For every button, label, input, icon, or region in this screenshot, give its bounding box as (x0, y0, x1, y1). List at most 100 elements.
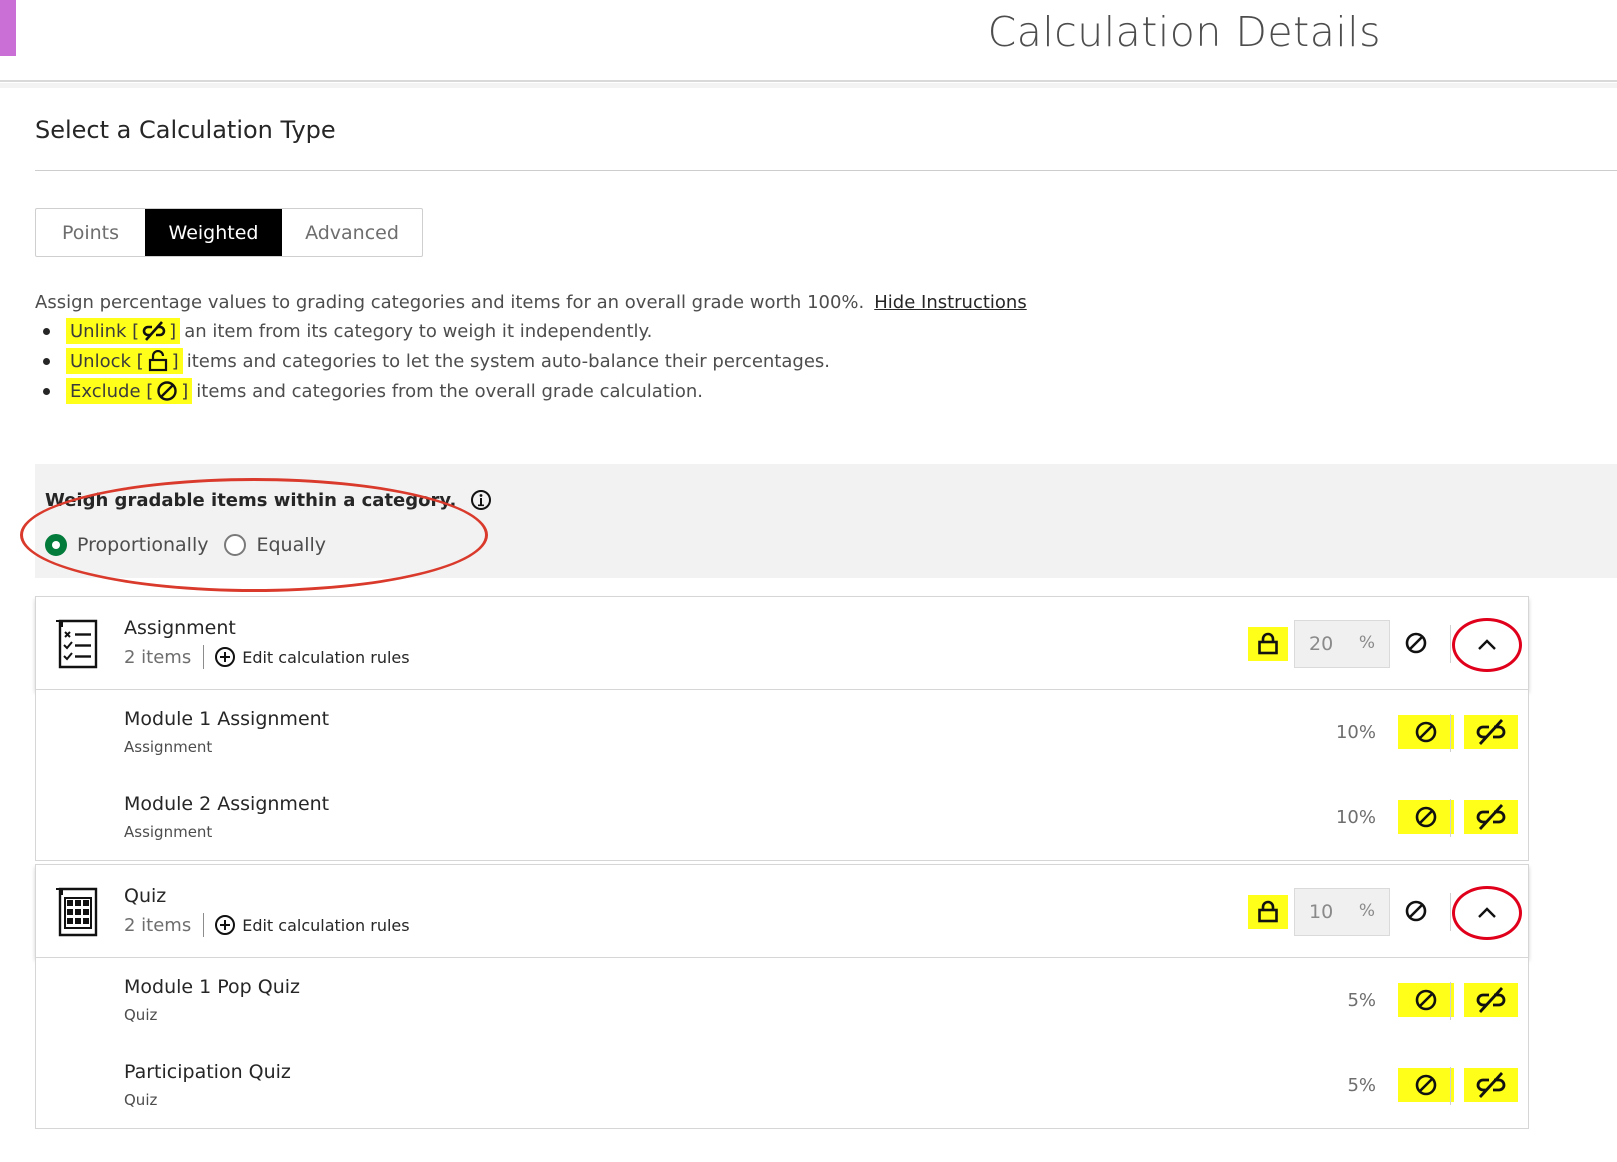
calc-type-title: Select a Calculation Type (35, 116, 336, 144)
bullet-dot (43, 327, 50, 335)
info-icon[interactable] (470, 489, 492, 511)
unlink-icon (1476, 804, 1506, 830)
collapse-button[interactable] (1452, 618, 1522, 672)
item-type: Quiz (124, 1091, 158, 1109)
unlink-icon (1476, 987, 1506, 1013)
items-count: 2 items (124, 646, 192, 668)
exclude-icon (157, 381, 177, 401)
category-percent-input[interactable]: 20 % (1294, 620, 1390, 668)
bullet-label: Exclude [ (70, 380, 154, 402)
item-row: Module 1 Assignment Assignment 10% (35, 690, 1529, 776)
instruction-bullet-exclude: Exclude [ ] items and categories from th… (43, 378, 703, 404)
chevron-up-icon (1478, 639, 1496, 650)
edit-calculation-rules-button[interactable]: Edit calculation rules (214, 646, 410, 668)
exclude-button[interactable] (1398, 715, 1454, 749)
item-row: Participation Quiz Quiz 5% (35, 1043, 1529, 1129)
item-type: Assignment (124, 738, 213, 756)
bullet-close: ] (169, 320, 177, 342)
action-separator (1450, 982, 1451, 1020)
meta-separator (203, 645, 205, 669)
accent-bar (0, 0, 16, 56)
lock-icon (1258, 632, 1278, 655)
item-percent: 5% (1347, 1075, 1376, 1096)
item-type: Quiz (124, 1006, 158, 1024)
bullet-dot (43, 357, 50, 365)
exclude-button[interactable] (1398, 800, 1454, 834)
unlink-button[interactable] (1464, 800, 1518, 834)
item-type: Assignment (124, 823, 213, 841)
points-tab[interactable]: Points (36, 209, 145, 256)
item-name: Participation Quiz (124, 1061, 291, 1083)
percent-value: 20 (1309, 633, 1334, 655)
collapse-button[interactable] (1452, 886, 1522, 940)
edit-label: Edit calculation rules (242, 647, 410, 667)
action-separator (1450, 799, 1451, 837)
add-circle-icon (215, 647, 236, 667)
unlink-button[interactable] (1464, 715, 1518, 749)
item-row: Module 2 Assignment Assignment 10% (35, 775, 1529, 861)
advanced-tab[interactable]: Advanced (282, 209, 422, 256)
item-name: Module 2 Assignment (124, 793, 330, 815)
header-divider (0, 80, 1617, 82)
exclude-button[interactable] (1398, 1068, 1454, 1102)
item-name: Module 1 Assignment (124, 708, 330, 730)
page-title: Calculation Details (987, 8, 1381, 56)
bullet-close: ] (171, 350, 179, 372)
percent-symbol: % (1358, 633, 1375, 653)
exclude-icon[interactable] (1404, 631, 1428, 655)
instruction-bullet-unlock: Unlock [ ] items and categories to let t… (43, 348, 830, 374)
annotation-ellipse (20, 478, 488, 592)
lock-icon (1258, 900, 1278, 923)
highlight: Unlink [ ] (66, 318, 181, 344)
category-percent-input[interactable]: 10 % (1294, 888, 1390, 936)
instructions-text: Assign percentage values to grading cate… (35, 292, 865, 313)
exclude-icon (1415, 721, 1437, 743)
percent-symbol: % (1358, 901, 1375, 921)
quiz-grid-icon (56, 887, 98, 937)
add-circle-icon (215, 915, 236, 935)
item-row: Module 1 Pop Quiz Quiz 5% (35, 958, 1529, 1044)
bullet-label: Unlock [ (70, 350, 144, 372)
items-count: 2 items (124, 914, 192, 936)
edit-label: Edit calculation rules (242, 915, 410, 935)
action-separator (1450, 893, 1451, 931)
highlight: Exclude [ ] (66, 378, 193, 404)
instructions: Assign percentage values to grading cate… (35, 292, 1027, 313)
meta-separator (203, 913, 205, 937)
unlock-icon (148, 350, 167, 372)
unlink-button[interactable] (1464, 1068, 1518, 1102)
lock-button[interactable] (1248, 895, 1288, 929)
exclude-icon (1415, 806, 1437, 828)
checklist-icon (56, 619, 98, 669)
category-meta: 2 items Edit calculation rules (124, 645, 410, 669)
bullet-close: ] (181, 380, 189, 402)
item-name: Module 1 Pop Quiz (124, 976, 301, 998)
section-divider (35, 170, 1617, 171)
action-separator (1450, 625, 1451, 663)
unlink-button[interactable] (1464, 983, 1518, 1017)
weighted-tab[interactable]: Weighted (145, 209, 282, 256)
unlink-icon (1476, 1072, 1506, 1098)
hide-instructions-link[interactable]: Hide Instructions (874, 292, 1026, 313)
highlight: Unlock [ ] (66, 348, 183, 374)
header-shadow (0, 83, 1617, 88)
lock-button[interactable] (1248, 627, 1288, 661)
instruction-bullet-unlink: Unlink [ ] an item from its category to … (43, 318, 652, 344)
unlink-icon (142, 321, 166, 341)
exclude-icon (1415, 989, 1437, 1011)
category-row-quiz: Quiz 2 items Edit calculation rules 10 % (35, 864, 1529, 958)
category-row-assignment: Assignment 2 items Edit calculation rule… (35, 596, 1529, 690)
item-percent: 10% (1335, 807, 1376, 828)
exclude-button[interactable] (1398, 983, 1454, 1017)
action-separator (1450, 1067, 1451, 1105)
item-percent: 10% (1335, 722, 1376, 743)
exclude-icon[interactable] (1404, 899, 1428, 923)
unlink-icon (1476, 719, 1506, 745)
calc-type-segmented-control: Points Weighted Advanced (35, 208, 423, 257)
item-percent: 5% (1347, 990, 1376, 1011)
bullet-text: an item from its category to weigh it in… (184, 320, 653, 342)
bullet-dot (43, 387, 50, 395)
action-separator (1450, 714, 1451, 752)
edit-calculation-rules-button[interactable]: Edit calculation rules (214, 914, 410, 936)
exclude-icon (1415, 1074, 1437, 1096)
